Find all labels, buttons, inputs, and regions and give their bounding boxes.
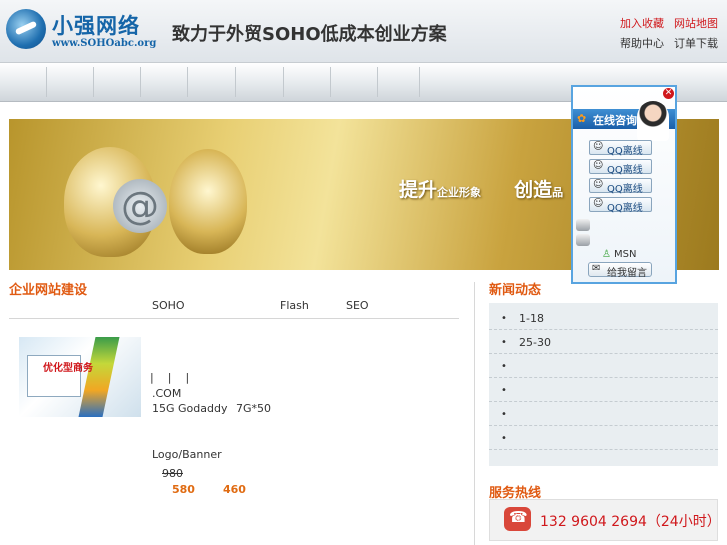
bullet: • [501,313,507,324]
banner-big-text-2: 创造 [514,179,553,201]
banner-small-text-2: 品 [552,186,564,199]
nav-item-8[interactable] [331,67,378,97]
separator: | [167,371,172,384]
nav-item-2[interactable] [47,67,94,97]
website-building-title: 企业网站建设 [9,283,88,298]
qq-contact-button-1[interactable]: ☺ QQ离线 [589,140,652,157]
nav-item-6[interactable] [236,67,284,97]
hotline-box: 132 9604 2694（24小时） [489,499,721,541]
bullet: • [501,433,507,444]
nav-item-3[interactable] [94,67,141,97]
leave-message-button[interactable]: ✉ 给我留言 [588,262,652,279]
hosting-space-text: 15G Godaddy [152,402,228,415]
qq-contact-button-4[interactable]: ☺ QQ离线 [589,197,652,214]
tag-soho: SOHO [152,299,185,312]
website-thumbnail[interactable]: 优化型商务 [19,337,141,417]
thumbnail-label: 优化型商务 [43,363,93,374]
broken-egg-right [169,149,247,254]
news-item-text[interactable]: 1-18 [519,312,544,325]
nav-item-9[interactable] [378,67,420,97]
banner-small-text-1: 企业形象 [437,186,482,199]
nav-item-7[interactable] [284,67,331,97]
logo-text[interactable]: 小强网络 [52,10,140,40]
list-item[interactable]: • 25-30 [489,330,718,354]
qq-contact-button-3[interactable]: ☺ QQ离线 [589,178,652,195]
bullet: • [501,385,507,396]
list-item[interactable]: • [489,402,718,426]
penguin-icon: ☺ [593,179,604,190]
qq-status-label: QQ离线 [607,146,643,157]
online-consult-panel: ✕ ✿ 在线咨询 ☺ QQ离线 ☺ QQ离线 ☺ QQ离线 ☺ QQ离线 ♙ MS… [571,85,677,284]
banner-big-text-1: 提升 [399,179,438,201]
hotline-number: 132 9604 2694（24小时） [540,514,721,530]
news-item-text[interactable]: 25-30 [519,336,551,349]
domain-com-text: .COM [152,387,182,400]
nav-item-4[interactable] [141,67,188,97]
add-favorite-link[interactable]: 加入收藏 [620,17,664,30]
site-header: 小强网络 www.SOHOabc.org 致力于外贸SOHO低成本创业方案 加入… [0,0,727,62]
penguin-icon: ☺ [593,160,604,171]
list-item[interactable]: • [489,426,718,450]
tag-flash: Flash [280,299,309,312]
flower-icon: ✿ [577,112,587,125]
msn-buddy-icon: ♙ [602,249,611,260]
banner-slogan: 提升企业形象 创造品 [399,175,563,202]
news-list: • 1-18 • 25-30 • • • • [489,303,718,466]
top-links-primary: 加入收藏 网站地图 [620,15,718,31]
penguin-icon: ☺ [593,141,604,152]
bullet: • [501,409,507,420]
tag-seo: SEO [346,299,369,312]
section-divider [9,318,459,319]
chat-contact-icon[interactable] [576,219,590,231]
leave-message-label: 给我留言 [607,268,647,279]
separator: | [185,371,190,384]
top-links-secondary: 帮助中心 订单下载 [620,35,718,51]
help-center-link[interactable]: 帮助中心 [620,37,664,50]
consult-title: 在线咨询 [593,114,637,127]
qq-status-label: QQ离线 [607,184,643,195]
column-divider [474,282,475,545]
qq-status-label: QQ离线 [607,165,643,176]
order-download-link[interactable]: 订单下载 [674,37,718,50]
list-item[interactable]: • [489,354,718,378]
phone-icon [504,507,531,531]
separator: | [150,371,154,384]
msn-contact[interactable]: ♙ MSN [602,249,636,260]
original-price: 980 [162,467,183,480]
thumbnail-color-band [78,337,120,417]
bullet: • [501,361,507,372]
qq-status-label: QQ离线 [607,203,643,214]
hosting-space-detail: 7G*50 [236,402,272,415]
message-icon: ✉ [592,263,601,274]
feature-separators: | | | [150,371,203,384]
support-agent-avatar [637,101,669,141]
price-option-b: 460 [223,483,246,496]
logo-globe-icon[interactable] [6,9,46,49]
nav-item-1[interactable] [0,67,47,97]
msn-label: MSN [613,249,637,260]
logo-url[interactable]: www.SOHOabc.org [52,38,156,49]
list-item[interactable]: • [489,378,718,402]
close-icon[interactable]: ✕ [663,88,674,99]
site-slogan: 致力于外贸SOHO低成本创业方案 [172,24,447,45]
nav-item-5[interactable] [188,67,236,97]
news-title: 新闻动态 [489,283,542,298]
list-item[interactable]: • 1-18 [489,306,718,330]
logo-banner-text: Logo/Banner [152,448,222,461]
price-option-a: 580 [172,483,195,496]
at-sign-icon: @ [113,179,167,233]
sitemap-link[interactable]: 网站地图 [674,17,718,30]
chat-contact-icon[interactable] [576,234,590,246]
bullet: • [501,337,507,348]
penguin-icon: ☺ [593,198,604,209]
qq-contact-button-2[interactable]: ☺ QQ离线 [589,159,652,176]
